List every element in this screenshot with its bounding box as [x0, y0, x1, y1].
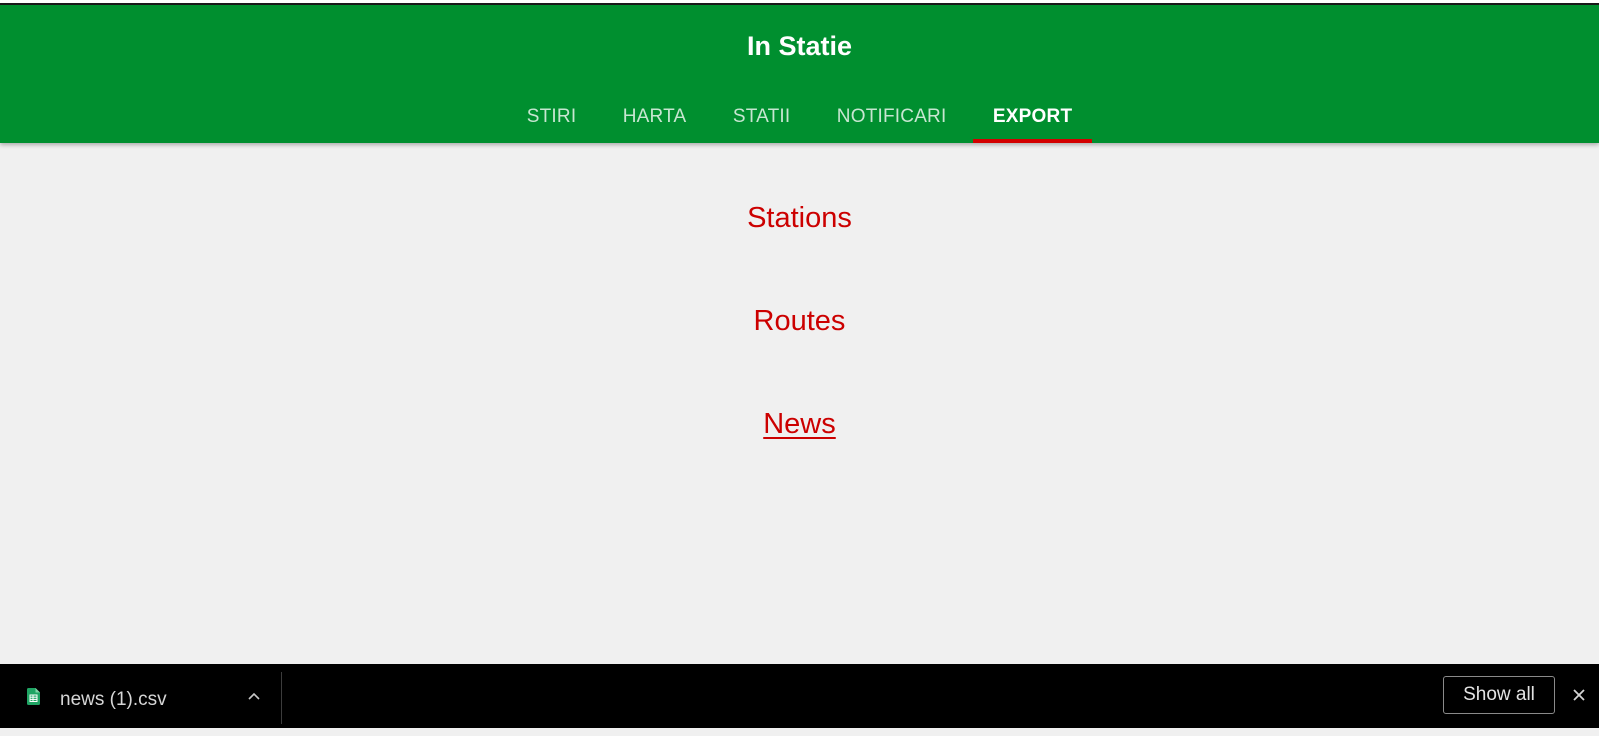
tab-stiri[interactable]: STIRI [507, 91, 597, 143]
export-stations-link[interactable]: Stations [0, 200, 1599, 236]
export-routes-label: Routes [753, 305, 846, 337]
tab-harta[interactable]: HARTA [603, 91, 707, 143]
app-title: In Statie [746, 31, 853, 61]
download-file-name: news (1).csv [60, 689, 167, 710]
download-item[interactable]: news (1).csv [0, 664, 282, 728]
app-bar: In Statie STIRI HARTA STATII NOTIFICARI … [0, 5, 1599, 143]
download-shelf: news (1).csv Show all [0, 664, 1599, 728]
tab-bar: STIRI HARTA STATII NOTIFICARI EXPORT [0, 91, 1599, 143]
chevron-up-icon[interactable] [243, 686, 265, 708]
tab-statii[interactable]: STATII [713, 91, 811, 143]
spreadsheet-file-icon [27, 688, 40, 705]
export-news-label: News [763, 408, 836, 440]
download-divider [281, 672, 282, 724]
export-stations-label: Stations [747, 202, 852, 234]
tab-export[interactable]: EXPORT [972, 91, 1093, 143]
close-icon[interactable] [1568, 684, 1590, 706]
tab-notificari[interactable]: NOTIFICARI [817, 91, 967, 143]
show-all-button[interactable]: Show all [1443, 676, 1555, 714]
export-routes-link[interactable]: Routes [0, 303, 1599, 339]
export-news-link[interactable]: News [0, 406, 1599, 442]
export-content: Stations Routes News [0, 143, 1599, 664]
